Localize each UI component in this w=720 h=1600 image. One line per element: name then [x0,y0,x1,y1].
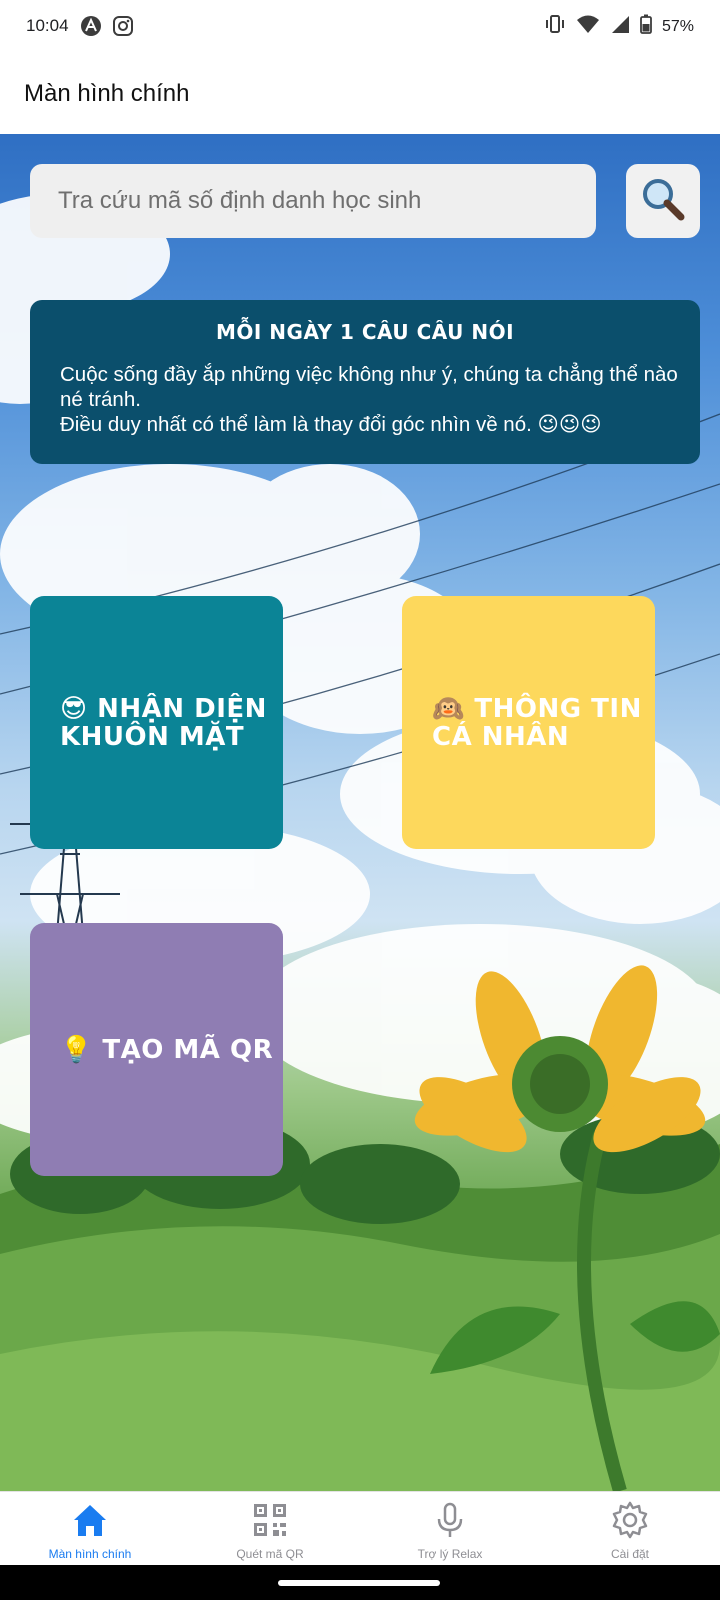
nav-item-scan-qr[interactable]: Quét mã QR [180,1492,360,1566]
vibrate-icon [544,14,566,39]
search-button[interactable] [626,164,700,238]
qr-code-icon [250,1500,290,1540]
face-recognition-label: 😎 NHẬN DIỆN KHUÔN MẶT [60,693,267,752]
home-gesture-handle[interactable] [278,1580,440,1586]
wifi-icon [576,14,600,39]
system-gesture-area [0,1565,720,1600]
nav-label-scan-qr: Quét mã QR [236,1547,304,1561]
quote-title: MỖI NGÀY 1 CÂU CÂU NÓI [215,320,515,344]
daily-quote-card: MỖI NGÀY 1 CÂU CÂU NÓI Cuộc sống đầy ắp … [30,300,700,464]
home-icon [70,1500,110,1540]
nav-label-home: Màn hình chính [48,1547,132,1561]
status-bar: 10:04 57% [0,0,720,52]
nav-item-settings[interactable]: Cài đặt [540,1492,720,1566]
battery-icon [640,14,652,39]
nav-label-relax-assistant: Trợ lý Relax [417,1547,483,1561]
personal-info-label: 🙉 THÔNG TIN CÁ NHÂN [432,693,642,752]
app-bar: Màn hình chính [0,52,720,134]
search-icon [640,176,686,227]
signal-icon [610,14,630,39]
face-recognition-tile[interactable]: 😎 NHẬN DIỆN KHUÔN MẶT [30,596,283,849]
create-qr-tile[interactable]: 💡 TẠO MÃ QR [30,923,283,1176]
battery-percent: 57% [661,17,694,35]
home-content: MỖI NGÀY 1 CÂU CÂU NÓI Cuộc sống đầy ắp … [0,134,720,1491]
personal-info-tile[interactable]: 🙉 THÔNG TIN CÁ NHÂN [402,596,655,849]
instagram-icon [112,15,134,37]
nav-item-home[interactable]: Màn hình chính [0,1492,180,1566]
quote-line-2: Điều duy nhất có thể làm là thay đổi góc… [60,413,602,436]
nav-item-relax-assistant[interactable]: Trợ lý Relax [360,1492,540,1566]
notification-a-icon [80,15,102,37]
search-box [30,164,596,238]
page-title: Màn hình chính [24,80,190,107]
status-time: 10:04 [26,16,69,35]
search-input[interactable] [30,164,596,238]
quote-line-1: Cuộc sống đầy ắp những việc không như ý,… [60,363,678,411]
gear-icon [610,1500,650,1540]
quote-text: Cuộc sống đầy ắp những việc không như ý,… [60,362,690,437]
nav-label-settings: Cài đặt [610,1547,650,1561]
microphone-icon [430,1500,470,1540]
bottom-navigation: Màn hình chính Quét mã QR Trợ lý Relax C… [0,1491,720,1565]
create-qr-label: 💡 TẠO MÃ QR [60,1034,274,1065]
